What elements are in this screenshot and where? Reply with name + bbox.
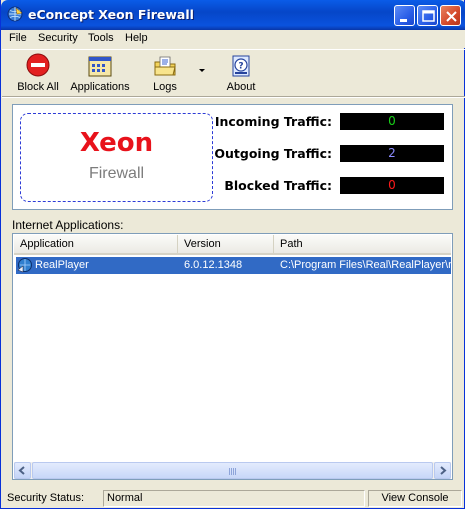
cell-version: 6.0.12.1348	[184, 259, 243, 271]
close-button[interactable]	[440, 5, 461, 26]
title-bar[interactable]: eConcept Xeon Firewall	[1, 0, 465, 30]
table-row[interactable]: RealPlayer 6.0.12.1348 C:\Program Files\…	[16, 257, 451, 274]
stop-icon	[26, 53, 50, 77]
applications-window-icon	[88, 56, 112, 77]
blocked-traffic-value: 0	[340, 177, 444, 194]
internet-applications-label: Internet Applications:	[12, 218, 124, 232]
chevron-right-icon	[440, 466, 447, 475]
scroll-grip-icon	[229, 468, 237, 475]
toolbar: Block All Applications Logs ? About	[2, 49, 465, 95]
help-question-icon: ?	[232, 55, 250, 77]
minimize-icon	[400, 19, 407, 22]
status-panel: Xeon Firewall Incoming Traffic: 0 Outgoi…	[12, 104, 453, 210]
close-icon	[446, 11, 457, 22]
cell-application: RealPlayer	[35, 259, 89, 271]
product-logo: Xeon Firewall	[20, 113, 213, 202]
column-application[interactable]: Application	[14, 235, 178, 253]
app-window: eConcept Xeon Firewall File Security Too…	[0, 0, 465, 509]
outgoing-traffic-value: 2	[340, 145, 444, 162]
minimize-button[interactable]	[394, 5, 415, 26]
security-status-label: Security Status:	[7, 492, 85, 504]
security-status-value: Normal	[103, 490, 365, 507]
svg-text:?: ?	[238, 62, 243, 72]
menu-security[interactable]: Security	[38, 32, 78, 44]
cell-path: C:\Program Files\Real\RealPlayer\re	[280, 259, 451, 271]
maximize-icon	[422, 10, 435, 22]
block-all-label: Block All	[17, 81, 59, 93]
about-button[interactable]: ? About	[222, 52, 260, 94]
menu-help[interactable]: Help	[125, 32, 148, 44]
incoming-traffic-value: 0	[340, 113, 444, 130]
incoming-traffic-label: Incoming Traffic:	[214, 114, 332, 129]
logo-sub-text: Firewall	[88, 165, 145, 182]
globe-app-icon	[7, 6, 23, 22]
logs-label: Logs	[153, 81, 177, 93]
window-title: eConcept Xeon Firewall	[28, 7, 194, 22]
logs-folder-icon	[154, 56, 176, 76]
maximize-button[interactable]	[417, 5, 438, 26]
column-version[interactable]: Version	[178, 235, 274, 253]
list-header: Application Version Path	[14, 235, 451, 255]
block-all-button[interactable]: Block All	[12, 52, 64, 94]
horizontal-scrollbar[interactable]	[14, 462, 451, 479]
menu-bar: File Security Tools Help	[2, 30, 465, 48]
status-bar: Security Status: Normal View Console	[2, 489, 465, 508]
outgoing-traffic-label: Outgoing Traffic:	[214, 146, 332, 161]
toolbar-divider	[2, 96, 465, 98]
menu-tools[interactable]: Tools	[88, 32, 114, 44]
logs-button[interactable]: Logs	[145, 52, 185, 94]
view-console-button[interactable]: View Console	[368, 490, 462, 507]
scroll-left-button[interactable]	[14, 462, 31, 479]
logs-dropdown-arrow-icon[interactable]	[199, 69, 205, 72]
logo-main-text: Xeon	[79, 128, 154, 158]
menu-file[interactable]: File	[9, 32, 27, 44]
blocked-traffic-label: Blocked Traffic:	[224, 178, 332, 193]
chevron-left-icon	[18, 466, 25, 475]
realplayer-app-icon	[17, 258, 32, 273]
applications-list[interactable]: Application Version Path RealPlayer 6.0.…	[12, 233, 453, 480]
about-label: About	[226, 81, 256, 93]
scrollbar-thumb[interactable]	[32, 462, 433, 479]
column-path[interactable]: Path	[274, 235, 451, 253]
applications-button[interactable]: Applications	[68, 52, 132, 94]
applications-label: Applications	[70, 81, 130, 93]
scroll-right-button[interactable]	[434, 462, 451, 479]
